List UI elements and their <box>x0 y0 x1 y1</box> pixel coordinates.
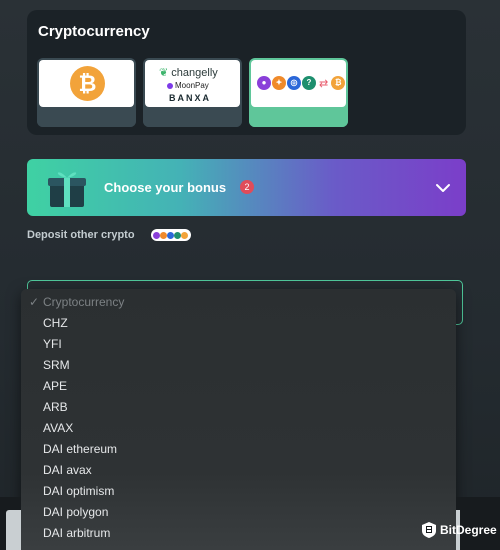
moonpay-label: MoonPay <box>175 81 209 90</box>
dropdown-option[interactable]: SRM <box>21 355 456 376</box>
card-face: ● ✦ ◎ ? ⇄ ₿ <box>251 60 346 107</box>
dropdown-option[interactable]: CHZ <box>21 313 456 334</box>
shiba-icon: ✦ <box>272 76 286 90</box>
dropdown-option[interactable]: DAI polygon <box>21 502 456 523</box>
banxa-logo: BANXA <box>169 93 211 103</box>
bitdegree-watermark: BitDegree <box>422 522 497 538</box>
payment-method-bitcoin[interactable]: ₿ <box>37 58 136 127</box>
coin-icon <box>153 231 160 239</box>
coin-icon <box>174 231 181 239</box>
card-footer <box>37 109 136 127</box>
cryptocurrency-dropdown-menu: ✓ Cryptocurrency CHZ YFI SRM APE ARB AVAX… <box>21 289 456 550</box>
dropdown-option[interactable]: DAI optimism <box>21 481 456 502</box>
moonpay-logo: MoonPay <box>167 81 209 90</box>
coin-icon: ● <box>257 76 271 90</box>
deposit-other-crypto-label: Deposit other crypto <box>27 229 135 241</box>
coin-icon <box>167 231 174 239</box>
bitdegree-logo-icon <box>422 522 436 538</box>
bonus-count-badge: 2 <box>240 180 254 194</box>
dropdown-option-label: Cryptocurrency <box>43 295 125 309</box>
banxa-label: BANXA <box>169 93 212 103</box>
chevron-down-icon <box>436 184 450 192</box>
deposit-coins-icons <box>151 229 191 241</box>
dropdown-option[interactable]: AVAX <box>21 418 456 439</box>
crypto-panel: Cryptocurrency ₿ ❦ changelly MoonPay BAN… <box>27 10 466 135</box>
dropdown-option[interactable]: DAI avax <box>21 460 456 481</box>
card-face: ₿ <box>39 60 134 107</box>
coin-row: ● ✦ ◎ ? ⇄ ₿ <box>257 76 346 90</box>
card-footer <box>249 109 348 127</box>
changelly-logo: ❦ changelly <box>159 66 218 79</box>
choose-bonus-dropdown[interactable]: Choose your bonus 2 <box>27 159 466 216</box>
bitcoin-icon: ₿ <box>331 76 346 90</box>
gift-icon <box>48 172 86 207</box>
dropdown-option[interactable]: YFI <box>21 334 456 355</box>
coin-icon: ? <box>302 76 316 90</box>
coin-icon: ◎ <box>287 76 301 90</box>
crypto-title: Cryptocurrency <box>38 23 150 40</box>
payment-method-multi-coin[interactable]: ● ✦ ◎ ? ⇄ ₿ <box>249 58 348 127</box>
dropdown-option[interactable]: DAI ethereum <box>21 439 456 460</box>
watermark-text: BitDegree <box>440 523 497 537</box>
changelly-label: changelly <box>171 67 218 79</box>
payment-method-changelly[interactable]: ❦ changelly MoonPay BANXA <box>143 58 242 127</box>
bitcoin-icon: ₿ <box>70 66 105 101</box>
card-face: ❦ changelly MoonPay BANXA <box>145 60 240 107</box>
checkmark-icon: ✓ <box>29 295 40 309</box>
card-footer <box>143 109 242 127</box>
bonus-label: Choose your bonus <box>104 180 227 195</box>
leaf-icon: ❦ <box>159 67 169 79</box>
dropdown-option[interactable]: ARB <box>21 397 456 418</box>
bottom-button[interactable] <box>6 510 21 550</box>
coin-icon <box>160 231 167 239</box>
bitcoin-icon <box>181 231 188 239</box>
swap-arrows-icon: ⇄ <box>319 77 329 90</box>
dropdown-option[interactable]: DAI arbitrum <box>21 523 456 544</box>
dropdown-option[interactable]: APE <box>21 376 456 397</box>
dropdown-option-selected[interactable]: ✓ Cryptocurrency <box>21 292 456 313</box>
moonpay-icon <box>167 82 173 89</box>
